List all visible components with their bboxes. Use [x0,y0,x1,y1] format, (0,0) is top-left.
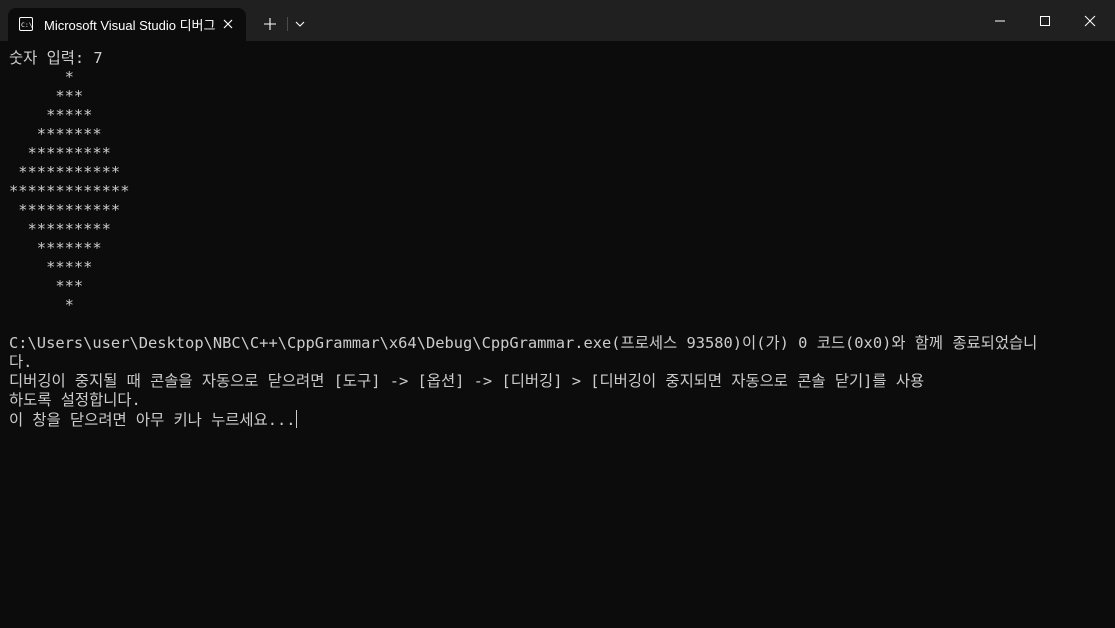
console-line: ******* [9,239,102,257]
console-text: 숫자 입력: 7 * *** ***** ******* ********* *… [9,49,1037,430]
text-cursor [295,410,297,428]
close-icon [1084,15,1096,27]
console-line: ************* [9,182,130,200]
console-line: ********* [9,144,111,162]
maximize-icon [1040,16,1050,26]
console-line: C:\Users\user\Desktop\NBC\C++\CppGrammar… [9,334,1038,352]
console-line: *********** [9,201,121,219]
console-line: 다. [9,353,33,371]
console-line: *** [9,87,84,105]
plus-icon[interactable] [259,13,281,35]
terminal-icon: C:\ [19,17,33,31]
tab-divider [287,17,288,31]
minimize-button[interactable] [977,0,1023,41]
console-line: * [9,68,74,86]
console-line: *** [9,277,84,295]
title-bar[interactable]: C:\ Microsoft Visual Studio 디버그 [0,0,1115,41]
console-line: *********** [9,163,121,181]
console-line: ********* [9,220,111,238]
console-line: ***** [9,106,93,124]
console-line: 디버깅이 중지될 때 콘솔을 자동으로 닫으려면 [도구] -> [옵션] ->… [9,372,925,390]
svg-text:C:\: C:\ [21,21,33,29]
console-line: 숫자 입력: 7 [9,49,103,67]
console-prompt: 이 창을 닫으려면 아무 키나 누르세요... [9,411,296,429]
maximize-button[interactable] [1022,0,1068,41]
tab-debug-console[interactable]: C:\ Microsoft Visual Studio 디버그 [8,8,246,41]
close-icon[interactable] [220,16,236,32]
console-output-area[interactable]: 숫자 입력: 7 * *** ***** ******* ********* *… [0,41,1115,628]
close-window-button[interactable] [1067,0,1113,41]
tab-title: Microsoft Visual Studio 디버그 [44,18,216,33]
console-line: 하도록 설정합니다. [9,391,141,409]
console-line: * [9,296,74,314]
chevron-down-icon[interactable] [290,13,310,35]
console-line: ******* [9,125,102,143]
minimize-icon [995,20,1005,22]
console-line: ***** [9,258,93,276]
terminal-window: C:\ Microsoft Visual Studio 디버그 숫자 입력: 7… [0,0,1115,628]
